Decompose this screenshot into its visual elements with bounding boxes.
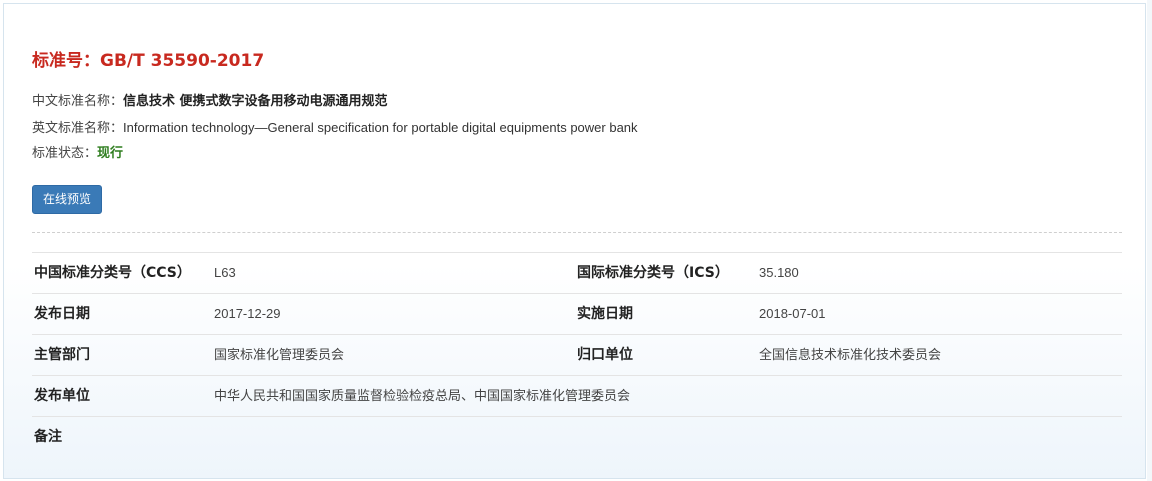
authority-value: 国家标准化管理委员会: [214, 347, 345, 362]
remarks-label: 备注: [34, 429, 62, 445]
standard-detail-panel: 标准号：GB/T 35590-2017 中文标准名称：信息技术 便携式数字设备用…: [3, 3, 1146, 479]
publisher-label: 发布单位: [34, 388, 90, 404]
centralized-unit-value: 全国信息技术标准化技术委员会: [759, 347, 942, 362]
english-name-label: 英文标准名称：: [32, 121, 124, 136]
chinese-name-label: 中文标准名称：: [32, 94, 124, 109]
page-edge-strip: [1147, 0, 1152, 481]
standard-number-title: 标准号：GB/T 35590-2017: [32, 51, 265, 71]
chinese-name-row: 中文标准名称：信息技术 便携式数字设备用移动电源通用规范: [32, 93, 388, 111]
authority-label: 主管部门: [34, 347, 90, 363]
table-row: 发布单位 中华人民共和国国家质量监督检验检疫总局、中国国家标准化管理委员会: [32, 376, 1122, 417]
status-label: 标准状态：: [32, 146, 98, 161]
chinese-name-value: 信息技术 便携式数字设备用移动电源通用规范: [123, 94, 388, 109]
english-name-value: Information technology—General specifica…: [123, 120, 638, 135]
publish-date-value: 2017-12-29: [214, 306, 281, 321]
effective-date-label: 实施日期: [577, 306, 633, 322]
publisher-value: 中华人民共和国国家质量监督检验检疫总局、中国国家标准化管理委员会: [214, 388, 631, 403]
ccs-value: L63: [214, 265, 236, 280]
publish-date-label: 发布日期: [34, 306, 90, 322]
dashed-divider: [32, 232, 1122, 233]
status-value: 现行: [97, 146, 124, 161]
online-preview-button[interactable]: 在线预览: [32, 185, 102, 214]
ccs-label: 中国标准分类号（CCS）: [34, 265, 191, 281]
status-row: 标准状态：现行: [32, 145, 123, 163]
effective-date-value: 2018-07-01: [759, 306, 826, 321]
centralized-unit-label: 归口单位: [577, 347, 633, 363]
table-row: 中国标准分类号（CCS） L63 国际标准分类号（ICS） 35.180: [32, 253, 1122, 294]
table-row: 备注: [32, 417, 1122, 458]
ics-label: 国际标准分类号（ICS）: [577, 265, 729, 281]
metadata-table: 中国标准分类号（CCS） L63 国际标准分类号（ICS） 35.180 发布日…: [32, 252, 1122, 458]
english-name-row: 英文标准名称：Information technology—General sp…: [32, 119, 638, 138]
ics-value: 35.180: [759, 265, 799, 280]
table-row: 发布日期 2017-12-29 实施日期 2018-07-01: [32, 294, 1122, 335]
table-row: 主管部门 国家标准化管理委员会 归口单位 全国信息技术标准化技术委员会: [32, 335, 1122, 376]
